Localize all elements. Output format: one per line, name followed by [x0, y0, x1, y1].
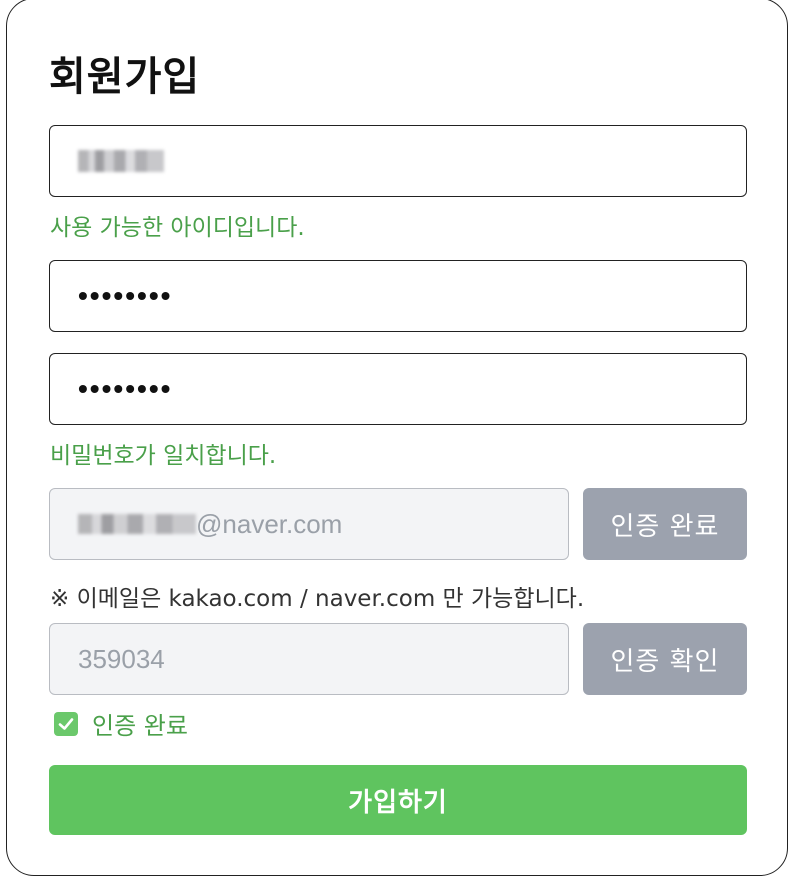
verification-code-input[interactable]: 359034 — [49, 623, 569, 695]
verification-status-label: 인증 완료 — [92, 712, 188, 740]
username-input[interactable] — [49, 125, 747, 197]
password-confirm-value: •••••••• — [78, 373, 173, 404]
page-title: 회원가입 — [49, 54, 201, 100]
email-local-redacted — [78, 514, 196, 534]
email-input[interactable]: @naver.com — [49, 488, 569, 560]
password-confirm-input[interactable]: •••••••• — [49, 353, 747, 425]
verification-code-value: 359034 — [78, 643, 165, 674]
email-domain: @naver.com — [196, 508, 343, 539]
verification-status: 인증 완료 — [54, 706, 188, 741]
password-input[interactable]: •••••••• — [49, 260, 747, 332]
password-match-message: 비밀번호가 일치합니다. — [50, 443, 277, 469]
email-verify-button[interactable]: 인증 완료 — [583, 488, 747, 560]
password-value: •••••••• — [78, 280, 173, 311]
username-value-redacted — [78, 150, 164, 172]
username-status-message: 사용 가능한 아이디입니다. — [50, 215, 305, 241]
checkbox-checked-icon — [54, 711, 78, 736]
signup-submit-button[interactable]: 가입하기 — [49, 765, 747, 835]
code-confirm-button[interactable]: 인증 확인 — [583, 623, 747, 695]
email-domain-note: ※ 이메일은 kakao.com / naver.com 만 가능합니다. — [50, 586, 585, 612]
